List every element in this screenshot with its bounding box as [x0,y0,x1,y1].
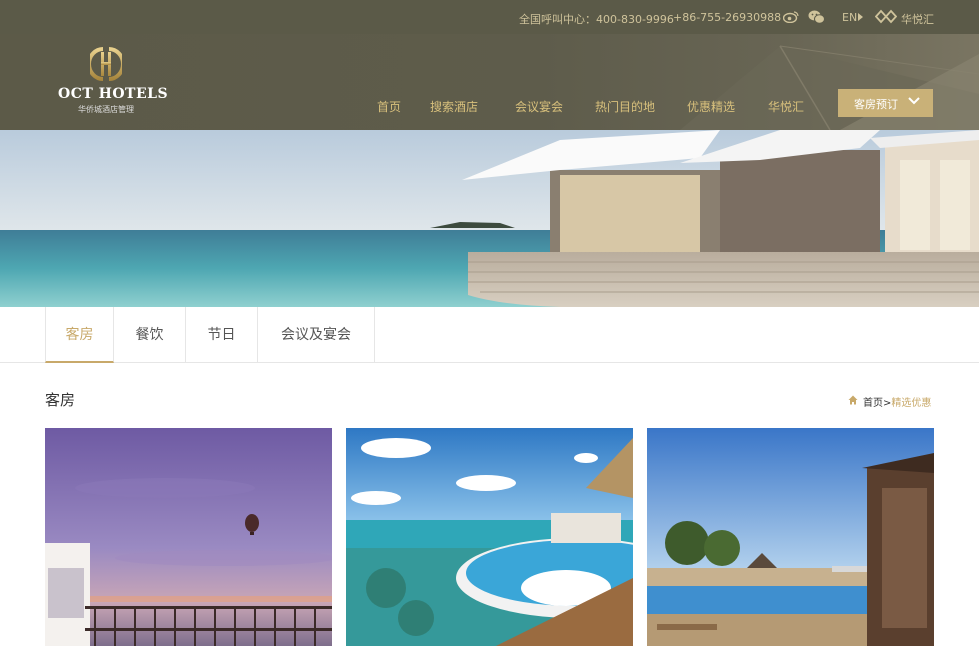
tab-dining[interactable]: 餐饮 [114,307,186,363]
nav-meetings[interactable]: 会议宴会 [515,98,563,115]
tab-festivals[interactable]: 节日 [186,307,258,363]
offer-card[interactable] [346,428,633,646]
brand-name[interactable]: OCT HOTELS [58,86,168,102]
nav-home[interactable]: 首页 [377,98,401,115]
offer-card[interactable] [45,428,332,646]
nav-offers[interactable]: 优惠精选 [687,98,735,115]
chevron-down-icon [908,97,920,105]
club-logo-icon [875,9,897,24]
offer-image-overwater-pool [346,428,633,646]
offer-image-balloon-sunset [45,428,332,646]
header: OCT HOTELS 华侨城酒店管理 首页 搜索酒店 会议宴会 热门目的地 优惠… [0,34,979,130]
nav-search-hotels[interactable]: 搜索酒店 [430,98,478,115]
tab-rooms[interactable]: 客房 [45,307,114,363]
weibo-icon[interactable] [783,10,799,23]
hero-banner [0,130,979,307]
nav-club[interactable]: 华悦汇 [768,98,804,115]
club-link[interactable]: 华悦汇 [901,11,934,27]
oct-logo-icon[interactable] [90,47,122,81]
nav-destinations[interactable]: 热门目的地 [595,98,655,115]
offer-card[interactable] [647,428,934,646]
section-title: 客房 [45,391,76,409]
tab-meetings-banquets[interactable]: 会议及宴会 [258,307,375,363]
top-bar: 全国呼叫中心：400-830-9996 +86-755-26930988 EN … [0,0,979,34]
breadcrumb-home[interactable]: 首页 [863,398,883,409]
breadcrumb-current: 精选优惠 [891,398,932,409]
phone-number: +86-755-26930988 [673,11,782,24]
brand-subtitle: 华侨城酒店管理 [78,105,134,114]
book-room-button[interactable]: 客房预订 [838,89,933,117]
category-tabs: 客房 餐饮 节日 会议及宴会 [0,307,979,363]
hotline-text: 全国呼叫中心：400-830-9996 [519,13,674,26]
caret-right-icon [858,13,863,21]
language-switch[interactable]: EN [842,11,857,24]
home-icon [848,395,858,405]
offer-image-resort-pool [647,428,934,646]
hero-image [0,130,979,307]
breadcrumb: 首页>精选优惠 [863,394,931,409]
book-room-label: 客房预订 [854,98,898,111]
wechat-icon[interactable] [808,10,825,24]
